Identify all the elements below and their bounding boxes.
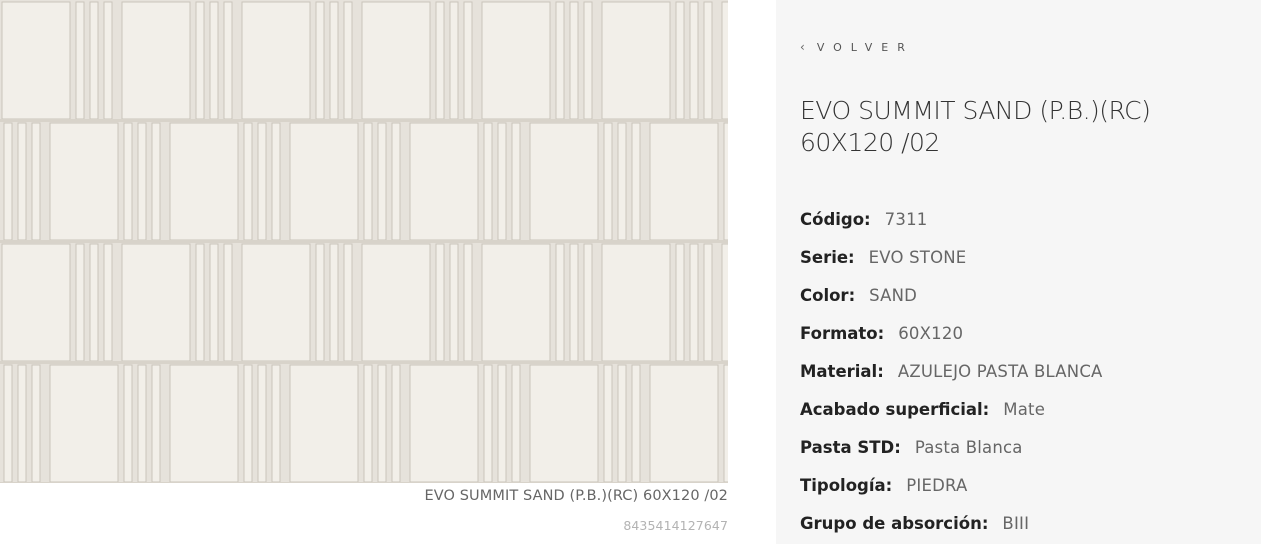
spec-key: Serie: [800,248,855,267]
spec-row: Grupo de absorción: BIII [800,514,1250,544]
product-image[interactable] [0,0,728,483]
spec-key: Pasta STD: [800,438,901,457]
spec-value: Pasta Blanca [914,438,1023,457]
spec-value: AZULEJO PASTA BLANCA [897,362,1103,381]
back-label: VOLVER [816,40,914,54]
spec-value: 7311 [884,210,928,229]
spec-row: Código: 7311 [800,210,1250,248]
spec-value: 60X120 [898,324,964,343]
product-title: EVO SUMMIT SAND (P.B.)(RC) 60X120 /02 [800,96,1151,157]
spec-key: Grupo de absorción: [800,514,989,533]
spec-value: SAND [869,286,918,305]
spec-key: Material: [800,362,884,381]
spec-list: Código: 7311 Serie: EVO STONE Color: SAND F… [800,210,1250,544]
ean-code: 8435414127647 [623,518,728,533]
tile-pattern [0,0,728,483]
spec-key: Tipología: [800,476,893,495]
spec-row: Material: AZULEJO PASTA BLANCA [800,362,1250,400]
spec-key: Código: [800,210,871,229]
product-info-panel: ‹ VOLVER EVO SUMMIT SAND (P.B.)(RC) 60X1… [776,0,1261,544]
spec-row: Acabado superficial: Mate [800,400,1250,438]
chevron-left-icon: ‹ [800,40,805,54]
back-link[interactable]: ‹ VOLVER [800,40,914,54]
spec-row: Color: SAND [800,286,1250,324]
image-caption: EVO SUMMIT SAND (P.B.)(RC) 60X120 /02 [424,488,728,504]
spec-value: BIII [1002,514,1030,533]
spec-value: PIEDRA [906,476,968,495]
spec-row: Tipología: PIEDRA [800,476,1250,514]
spec-value: Mate [1003,400,1046,419]
spec-row: Serie: EVO STONE [800,248,1250,286]
spec-row: Pasta STD: Pasta Blanca [800,438,1250,476]
spec-key: Formato: [800,324,885,343]
spec-value: EVO STONE [868,248,967,267]
spec-key: Acabado superficial: [800,400,990,419]
spec-row: Formato: 60X120 [800,324,1250,362]
spec-key: Color: [800,286,856,305]
